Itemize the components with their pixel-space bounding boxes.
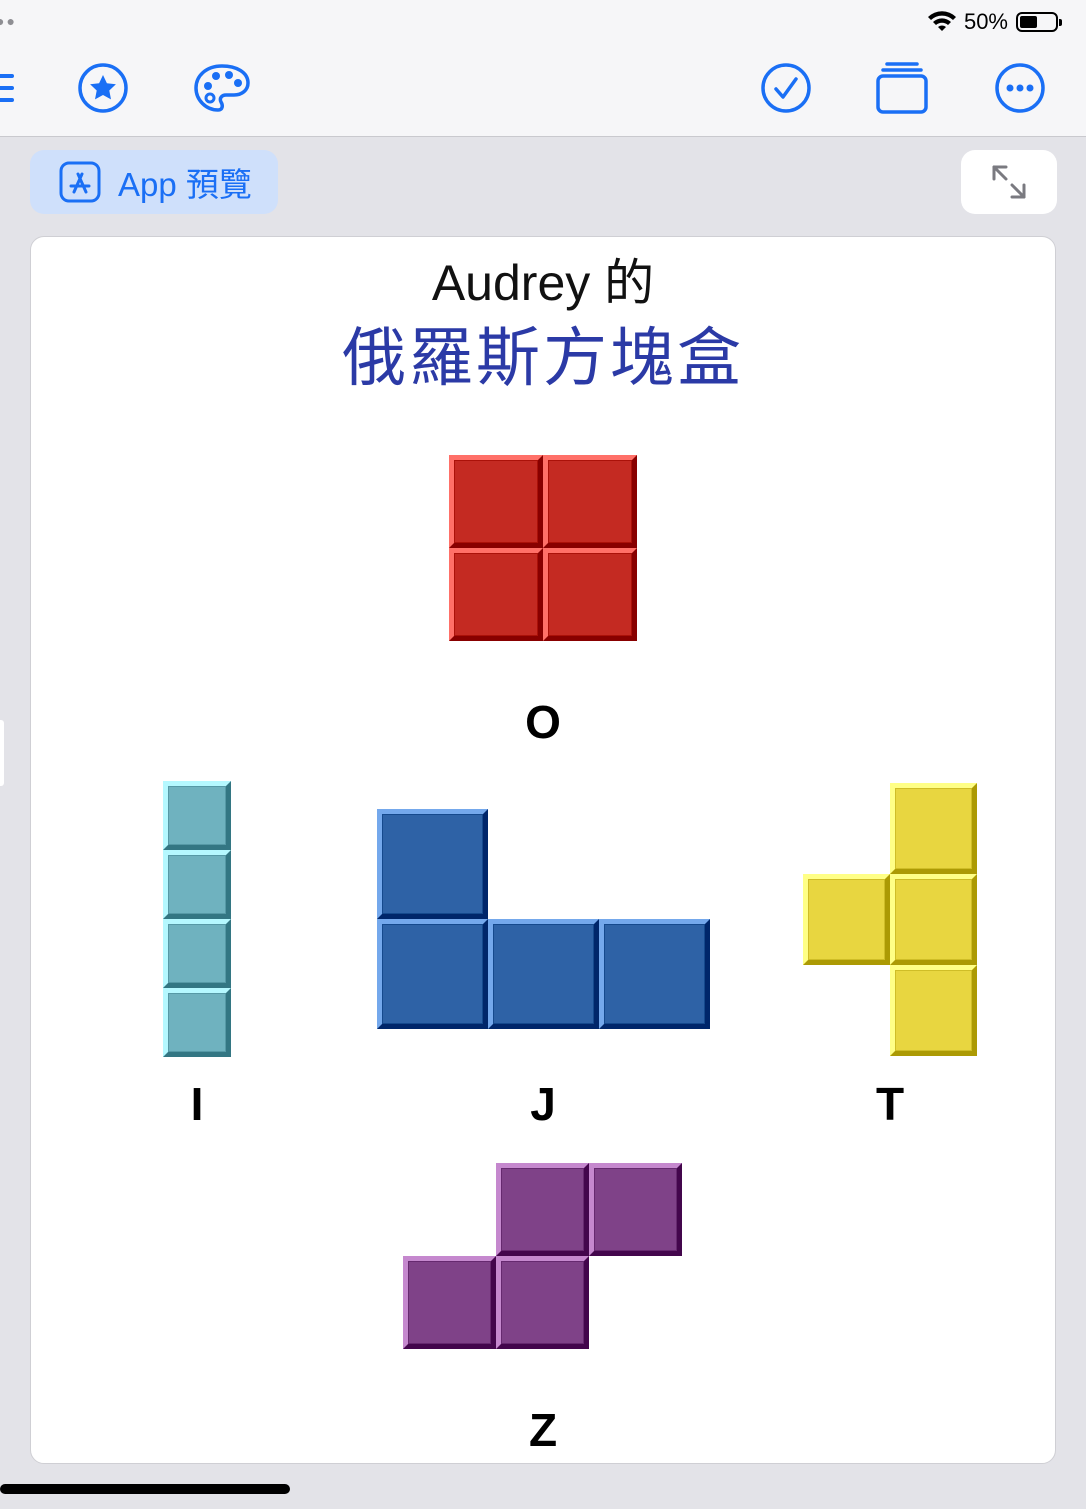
block-cell <box>496 1256 589 1349</box>
app-store-icon <box>59 161 101 203</box>
battery-percentage: 50% <box>963 9 1008 34</box>
block-cell <box>403 1256 496 1349</box>
expand-arrows-icon <box>992 165 1026 199</box>
preview-card: Audrey 的 俄羅斯方塊盒 O I J T Z <box>30 236 1056 1464</box>
app-preview-button[interactable]: App 預覽 <box>30 150 278 214</box>
piece-label-z: Z <box>528 1404 558 1456</box>
block-cell <box>589 1163 682 1256</box>
toolbar: ●● 50% <box>0 0 1086 137</box>
side-handle[interactable] <box>0 720 4 786</box>
page-subtitle: 俄羅斯方塊盒 <box>342 322 744 394</box>
block-cell <box>803 874 890 965</box>
block-cell <box>496 1163 589 1256</box>
block-cell <box>488 919 599 1029</box>
windows-icon[interactable] <box>874 60 930 116</box>
app-preview-label: App 預覽 <box>118 166 252 203</box>
palette-icon[interactable] <box>192 60 252 116</box>
page-title: Audrey 的 <box>431 255 655 311</box>
piece-label-t: T <box>875 1078 905 1130</box>
home-indicator <box>0 1484 290 1494</box>
multitasking-dots-icon[interactable]: ●● <box>0 13 17 29</box>
star-icon[interactable] <box>75 60 131 116</box>
tetromino-i[interactable] <box>163 781 231 1057</box>
block-cell <box>377 919 488 1029</box>
block-cell <box>543 548 637 641</box>
wifi-icon <box>927 11 956 31</box>
expand-button[interactable] <box>961 150 1057 214</box>
checkmark-icon[interactable] <box>758 60 814 116</box>
block-cell <box>890 783 977 874</box>
tetromino-o[interactable] <box>449 455 637 641</box>
block-cell <box>543 455 637 548</box>
block-cell <box>890 874 977 965</box>
status-bar: 50% <box>927 8 1062 36</box>
more-icon[interactable] <box>992 60 1048 116</box>
piece-label-j: J <box>530 1078 556 1130</box>
block-cell <box>377 809 488 919</box>
block-cell <box>449 455 543 548</box>
block-cell <box>449 548 543 641</box>
list-icon[interactable] <box>0 60 36 116</box>
tetromino-j[interactable] <box>377 809 710 1029</box>
block-cell <box>163 850 231 919</box>
tetromino-t[interactable] <box>803 783 977 1056</box>
block-cell <box>599 919 710 1029</box>
tetromino-z[interactable] <box>403 1163 682 1349</box>
block-cell <box>163 781 231 850</box>
block-cell <box>163 988 231 1057</box>
battery-icon <box>1016 12 1062 32</box>
block-cell <box>890 965 977 1056</box>
piece-label-i: I <box>190 1078 204 1130</box>
piece-label-o: O <box>525 696 561 748</box>
block-cell <box>163 919 231 988</box>
